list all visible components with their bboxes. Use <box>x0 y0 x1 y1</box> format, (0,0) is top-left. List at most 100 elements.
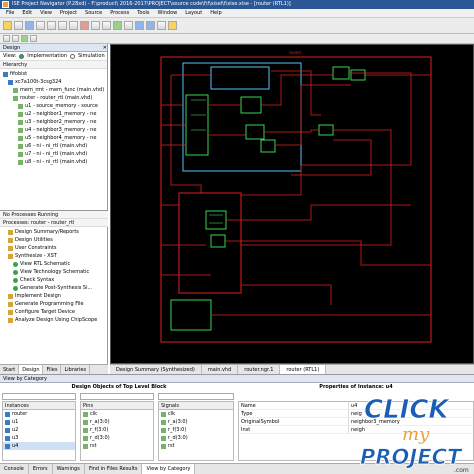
hierarchy-item[interactable]: router - router_rtl (main.vhd) <box>0 94 107 102</box>
process-item[interactable]: Design Summary/Reports <box>0 228 108 236</box>
zoom-in-icon[interactable] <box>135 21 144 30</box>
hierarchy-item[interactable]: u1 - source_memory - source <box>0 102 107 110</box>
submodule-upper[interactable] <box>210 66 270 90</box>
pins-row[interactable]: r_a(3:0) <box>81 418 153 426</box>
console-tab[interactable]: Errors <box>29 464 53 474</box>
zoom-fit-icon[interactable] <box>157 21 166 30</box>
menu-item-tools[interactable]: Tools <box>137 10 149 16</box>
mux-upper-left[interactable] <box>185 94 209 156</box>
copy-icon[interactable] <box>58 21 67 30</box>
pins-row[interactable]: rst <box>81 442 153 450</box>
tab-design[interactable]: Design <box>19 365 44 374</box>
redo-icon[interactable] <box>102 21 111 30</box>
delete-icon[interactable] <box>80 21 89 30</box>
instance-block-lower[interactable] <box>178 192 242 294</box>
hierarchy-item[interactable]: xc7a100t-3csg324 <box>0 78 107 86</box>
instances-row[interactable]: u3 <box>3 434 75 442</box>
signals-row[interactable]: r_a(3:0) <box>159 418 233 426</box>
process-item[interactable]: View RTL Schematic <box>0 260 108 268</box>
console-tab[interactable]: Warnings <box>53 464 85 474</box>
pan-icon[interactable] <box>30 35 37 42</box>
tab-start[interactable]: Start <box>0 365 20 374</box>
hierarchy-item[interactable]: u7 - ni - ni_rtl (main.vhd) <box>0 150 107 158</box>
menu-item-help[interactable]: Help <box>210 10 221 16</box>
instances-row[interactable]: router <box>3 410 75 418</box>
open-icon[interactable] <box>14 21 23 30</box>
back-icon[interactable] <box>3 35 10 42</box>
hierarchy-item[interactable]: u2 - neighbor1_memory - ne <box>0 110 107 118</box>
console-tab[interactable]: View by Category <box>142 464 196 474</box>
menu-item-project[interactable]: Project <box>60 10 77 16</box>
reg-lower-3[interactable] <box>170 299 212 331</box>
menu-item-file[interactable]: File <box>6 10 14 16</box>
help-icon[interactable] <box>168 21 177 30</box>
hierarchy-item[interactable]: u3 - neighbor2_memory - ne <box>0 118 107 126</box>
simulation-radio[interactable] <box>69 53 75 59</box>
hierarchy-item[interactable]: u5 - neighbor4_memory - ne <box>0 134 107 142</box>
reg-upper-2[interactable] <box>245 124 265 140</box>
menu-item-window[interactable]: Window <box>158 10 178 16</box>
process-item[interactable]: Check Syntax <box>0 276 108 284</box>
pins-search[interactable] <box>80 393 154 400</box>
forward-icon[interactable] <box>12 35 19 42</box>
signals-search[interactable] <box>158 393 234 400</box>
reg-right-2[interactable] <box>350 69 366 81</box>
print-icon[interactable] <box>36 21 45 30</box>
hierarchy-item[interactable]: mem_rmt - mem_func (main.vhd) <box>0 86 107 94</box>
reg-upper-3[interactable] <box>260 139 276 153</box>
signals-row[interactable]: clk <box>159 410 233 418</box>
rtl-schematic-canvas[interactable]: router <box>110 44 474 364</box>
stop-icon[interactable] <box>124 21 133 30</box>
instances-search[interactable] <box>2 393 76 400</box>
menu-item-layout[interactable]: Layout <box>185 10 202 16</box>
instances-row[interactable]: u2 <box>3 426 75 434</box>
instances-row[interactable]: u4 <box>3 442 75 450</box>
reg-lower-2[interactable] <box>210 234 226 248</box>
save-icon[interactable] <box>25 21 34 30</box>
document-tab[interactable]: main.vhd <box>202 365 239 374</box>
tab-libraries[interactable]: Libraries <box>61 365 91 374</box>
process-item[interactable]: Analyze Design Using ChipScope <box>0 316 108 324</box>
implementation-radio[interactable] <box>19 53 25 59</box>
document-tab[interactable]: Design Summary (Synthesized) <box>110 365 202 374</box>
reg-right-1[interactable] <box>332 66 350 80</box>
new-icon[interactable] <box>3 21 12 30</box>
reg-right-3[interactable] <box>318 124 334 136</box>
console-tab[interactable]: Find in Files Results <box>85 464 143 474</box>
paste-icon[interactable] <box>69 21 78 30</box>
menu-item-edit[interactable]: Edit <box>22 10 32 16</box>
hierarchy-item[interactable]: fifobist <box>0 70 107 78</box>
instances-row[interactable]: u1 <box>3 418 75 426</box>
run-icon[interactable] <box>113 21 122 30</box>
hierarchy-item[interactable]: u4 - neighbor3_memory - ne <box>0 126 107 134</box>
signals-row[interactable]: r_f(3:0) <box>159 426 233 434</box>
select-icon[interactable] <box>21 35 28 42</box>
process-item[interactable]: Generate Programming File <box>0 300 108 308</box>
pins-row[interactable]: r_f(3:0) <box>81 426 153 434</box>
tab-files[interactable]: Files <box>43 365 62 374</box>
console-tab[interactable]: Console <box>0 464 29 474</box>
signals-row[interactable]: rst <box>159 442 233 450</box>
menu-item-source[interactable]: Source <box>85 10 102 16</box>
hierarchy-item[interactable]: u8 - ni - ni_rtl (main.vhd) <box>0 158 107 166</box>
process-item[interactable]: Design Utilities <box>0 236 108 244</box>
zoom-out-icon[interactable] <box>146 21 155 30</box>
signals-row[interactable]: r_d(3:0) <box>159 434 233 442</box>
pins-row[interactable]: r_d(3:0) <box>81 434 153 442</box>
process-item[interactable]: User Constraints <box>0 244 108 252</box>
process-item[interactable]: Implement Design <box>0 292 108 300</box>
menu-item-view[interactable]: View <box>40 10 52 16</box>
process-item[interactable]: Generate Post-Synthesis Si... <box>0 284 108 292</box>
hierarchy-item[interactable]: u6 - ni - ni_rtl (main.vhd) <box>0 142 107 150</box>
reg-upper-1[interactable] <box>240 96 262 114</box>
document-tab[interactable]: router (RTL1) <box>280 365 327 374</box>
process-item[interactable]: Configure Target Device <box>0 308 108 316</box>
menu-item-process[interactable]: Process <box>110 10 129 16</box>
close-icon[interactable]: ✕ <box>103 44 107 51</box>
cut-icon[interactable] <box>47 21 56 30</box>
undo-icon[interactable] <box>91 21 100 30</box>
pins-row[interactable]: clk <box>81 410 153 418</box>
document-tab[interactable]: router.ngr.1 <box>238 365 281 374</box>
process-item[interactable]: Synthesize - XST <box>0 252 108 260</box>
reg-lower-1[interactable] <box>205 210 227 230</box>
